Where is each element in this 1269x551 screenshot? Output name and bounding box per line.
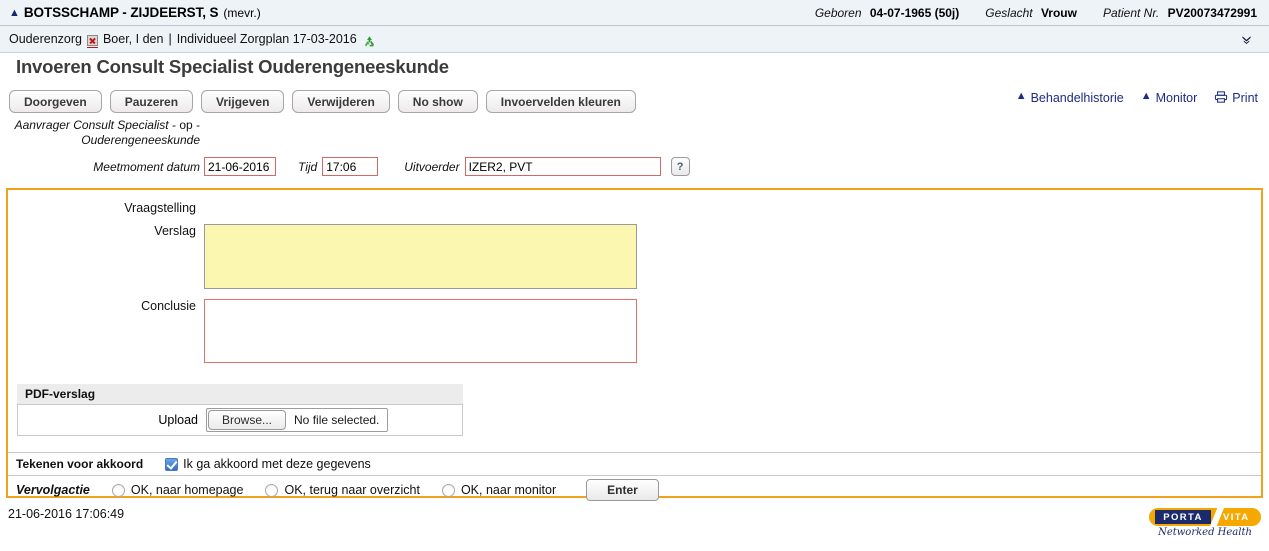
verwijderen-button[interactable]: Verwijderen bbox=[292, 90, 390, 113]
browse-button[interactable]: Browse... bbox=[208, 410, 287, 430]
radio-overzicht[interactable] bbox=[265, 483, 279, 497]
vraagstelling-label: Vraagstelling bbox=[124, 201, 196, 215]
patient-field-geslacht: Geslacht Vrouw bbox=[985, 6, 1077, 20]
application-window: ▲ BOTSSCHAMP - ZIJDEERST, S (mevr.) Gebo… bbox=[0, 0, 1269, 551]
chevron-up-icon[interactable]: ▲ bbox=[9, 8, 20, 19]
akkoord-checkbox[interactable] bbox=[165, 457, 179, 471]
logo-porta-text: PORTA bbox=[1155, 510, 1211, 524]
radio-monitor[interactable] bbox=[441, 483, 455, 497]
footer-timestamp: 21-06-2016 17:06:49 bbox=[8, 507, 125, 521]
radio-homepage-label: OK, naar homepage bbox=[130, 483, 244, 497]
patient-field-patientnr-label: Patient Nr. bbox=[1102, 5, 1160, 20]
followup-option-overzicht[interactable]: OK, terug naar overzicht bbox=[265, 483, 420, 497]
upload-row: Upload Browse... No file selected. bbox=[18, 405, 462, 435]
print-link[interactable]: Print bbox=[1214, 90, 1258, 105]
patient-header-bar: ▲ BOTSSCHAMP - ZIJDEERST, S (mevr.) Gebo… bbox=[0, 0, 1269, 26]
vervolgactie-label: Vervolgactie bbox=[16, 483, 90, 497]
conclusie-label: Conclusie bbox=[141, 299, 196, 313]
requester-label-block: Aanvrager Consult Specialist - op - Oude… bbox=[0, 118, 200, 148]
invoervelden-kleuren-button[interactable]: Invoervelden kleuren bbox=[485, 90, 636, 113]
logo-pill: PORTA VITA bbox=[1149, 508, 1261, 526]
followup-option-homepage[interactable]: OK, naar homepage bbox=[111, 483, 244, 497]
tekenen-voor-akkoord-row: Tekenen voor akkoord Ik ga akkoord met d… bbox=[8, 452, 1261, 476]
patient-field-geboren-value: 04-07-1965 (50j) bbox=[869, 5, 960, 20]
conclusie-textarea[interactable] bbox=[204, 299, 637, 363]
conclusie-row: Conclusie bbox=[8, 299, 1261, 363]
monitor-label: Monitor bbox=[1155, 90, 1198, 105]
requester-label-line1: Aanvrager Consult Specialist bbox=[14, 118, 169, 132]
expand-header-button[interactable] bbox=[1240, 33, 1269, 46]
breadcrumb-careplan[interactable]: Individueel Zorgplan 17-03-2016 bbox=[177, 32, 357, 46]
logo-slash-shape bbox=[1210, 508, 1224, 526]
requester-label-line2: Ouderengeneeskunde bbox=[81, 133, 200, 147]
tijd-input[interactable] bbox=[322, 157, 379, 176]
breadcrumb-program[interactable]: Ouderenzorg bbox=[9, 32, 82, 46]
enter-button[interactable]: Enter bbox=[586, 479, 659, 501]
patient-field-patientnr-value: PV20073472991 bbox=[1167, 5, 1257, 20]
upload-label: Upload bbox=[158, 413, 198, 427]
requester-row: Aanvrager Consult Specialist - op - Oude… bbox=[0, 118, 1269, 152]
printer-icon bbox=[1214, 91, 1228, 106]
pauzeren-button[interactable]: Pauzeren bbox=[109, 90, 194, 113]
followup-option-monitor[interactable]: OK, naar monitor bbox=[441, 483, 557, 497]
action-toolbar: Doorgeven Pauzeren Vrijgeven Verwijderen… bbox=[9, 90, 636, 113]
logo-tagline: Networked Health bbox=[1158, 527, 1252, 538]
double-chevron-down-icon[interactable] bbox=[1240, 33, 1253, 46]
red-x-icon[interactable] bbox=[86, 34, 98, 48]
help-button[interactable]: ? bbox=[670, 157, 690, 176]
patient-field-patientnr: Patient Nr. PV20073472991 bbox=[1103, 6, 1257, 20]
measurement-row: Meetmoment datum Tijd Uitvoerder ? bbox=[0, 157, 1269, 176]
verslag-label: Verslag bbox=[154, 224, 196, 238]
patient-field-geboren-label: Geboren bbox=[814, 5, 862, 20]
monitor-link[interactable]: ▲ Monitor bbox=[1141, 91, 1198, 105]
file-input-control[interactable]: Browse... No file selected. bbox=[206, 408, 389, 432]
tijd-label: Tijd bbox=[298, 159, 318, 174]
green-recycle-icon[interactable] bbox=[363, 35, 376, 48]
no-show-button[interactable]: No show bbox=[397, 90, 478, 113]
vraagstelling-row: Vraagstelling bbox=[8, 201, 1261, 215]
patient-salutation: (mevr.) bbox=[223, 6, 261, 20]
behandelhistorie-label: Behandelhistorie bbox=[1030, 90, 1124, 105]
vervolgactie-row: Vervolgactie OK, naar homepage OK, terug… bbox=[8, 476, 1261, 504]
radio-overzicht-label: OK, terug naar overzicht bbox=[284, 483, 420, 497]
tekenen-voor-akkoord-label: Tekenen voor akkoord bbox=[16, 457, 144, 471]
sign-section: Tekenen voor akkoord Ik ga akkoord met d… bbox=[8, 452, 1261, 504]
patient-field-geslacht-value: Vrouw bbox=[1040, 5, 1077, 20]
patient-identity: ▲ BOTSSCHAMP - ZIJDEERST, S (mevr.) bbox=[0, 5, 261, 20]
pdf-verslag-body: Upload Browse... No file selected. bbox=[17, 405, 463, 436]
chevron-up-icon: ▲ bbox=[1015, 90, 1027, 102]
utility-links: ▲ Behandelhistorie ▲ Monitor Print bbox=[1016, 90, 1258, 105]
pdf-verslag-section-title: PDF-verslag bbox=[17, 384, 463, 405]
patient-field-geboren: Geboren 04-07-1965 (50j) bbox=[815, 6, 959, 20]
radio-monitor-label: OK, naar monitor bbox=[460, 483, 557, 497]
meta-fields: Aanvrager Consult Specialist - op - Oude… bbox=[0, 118, 1269, 176]
meetmoment-datum-input[interactable] bbox=[204, 157, 276, 176]
radio-homepage[interactable] bbox=[111, 483, 125, 497]
verslag-row: Verslag bbox=[8, 224, 1261, 289]
patient-details: Geboren 04-07-1965 (50j) Geslacht Vrouw … bbox=[789, 6, 1269, 20]
file-status-text: No file selected. bbox=[294, 413, 380, 427]
patient-name: BOTSSCHAMP - ZIJDEERST, S bbox=[23, 5, 219, 20]
akkoord-checkbox-label: Ik ga akkoord met deze gegevens bbox=[183, 457, 371, 471]
uitvoerder-input[interactable] bbox=[464, 157, 661, 176]
form-panel: Vraagstelling Verslag Conclusie PDF-vers… bbox=[6, 188, 1263, 501]
meetmoment-datum-label: Meetmoment datum bbox=[93, 159, 200, 174]
requester-value: - op - bbox=[171, 118, 200, 132]
logo-vita-text: VITA bbox=[1223, 511, 1250, 523]
breadcrumb: Ouderenzorg Boer, I den | Individueel Zo… bbox=[0, 32, 376, 48]
vrijgeven-button[interactable]: Vrijgeven bbox=[201, 90, 285, 113]
behandelhistorie-link[interactable]: ▲ Behandelhistorie bbox=[1016, 91, 1124, 105]
breadcrumb-bar: Ouderenzorg Boer, I den | Individueel Zo… bbox=[0, 26, 1269, 53]
chevron-up-icon: ▲ bbox=[1140, 90, 1152, 102]
patient-field-geslacht-label: Geslacht bbox=[985, 5, 1033, 20]
breadcrumb-separator: | bbox=[168, 32, 172, 46]
portavita-logo: PORTA VITA Networked Health bbox=[1149, 508, 1261, 538]
breadcrumb-provider[interactable]: Boer, I den bbox=[103, 32, 163, 46]
print-label: Print bbox=[1232, 90, 1258, 105]
page-title: Invoeren Consult Specialist Ouderengenee… bbox=[16, 56, 449, 77]
doorgeven-button[interactable]: Doorgeven bbox=[9, 90, 102, 113]
pdf-verslag-section: PDF-verslag Upload Browse... No file sel… bbox=[17, 384, 463, 436]
verslag-textarea[interactable] bbox=[204, 224, 637, 289]
uitvoerder-label: Uitvoerder bbox=[404, 159, 460, 174]
